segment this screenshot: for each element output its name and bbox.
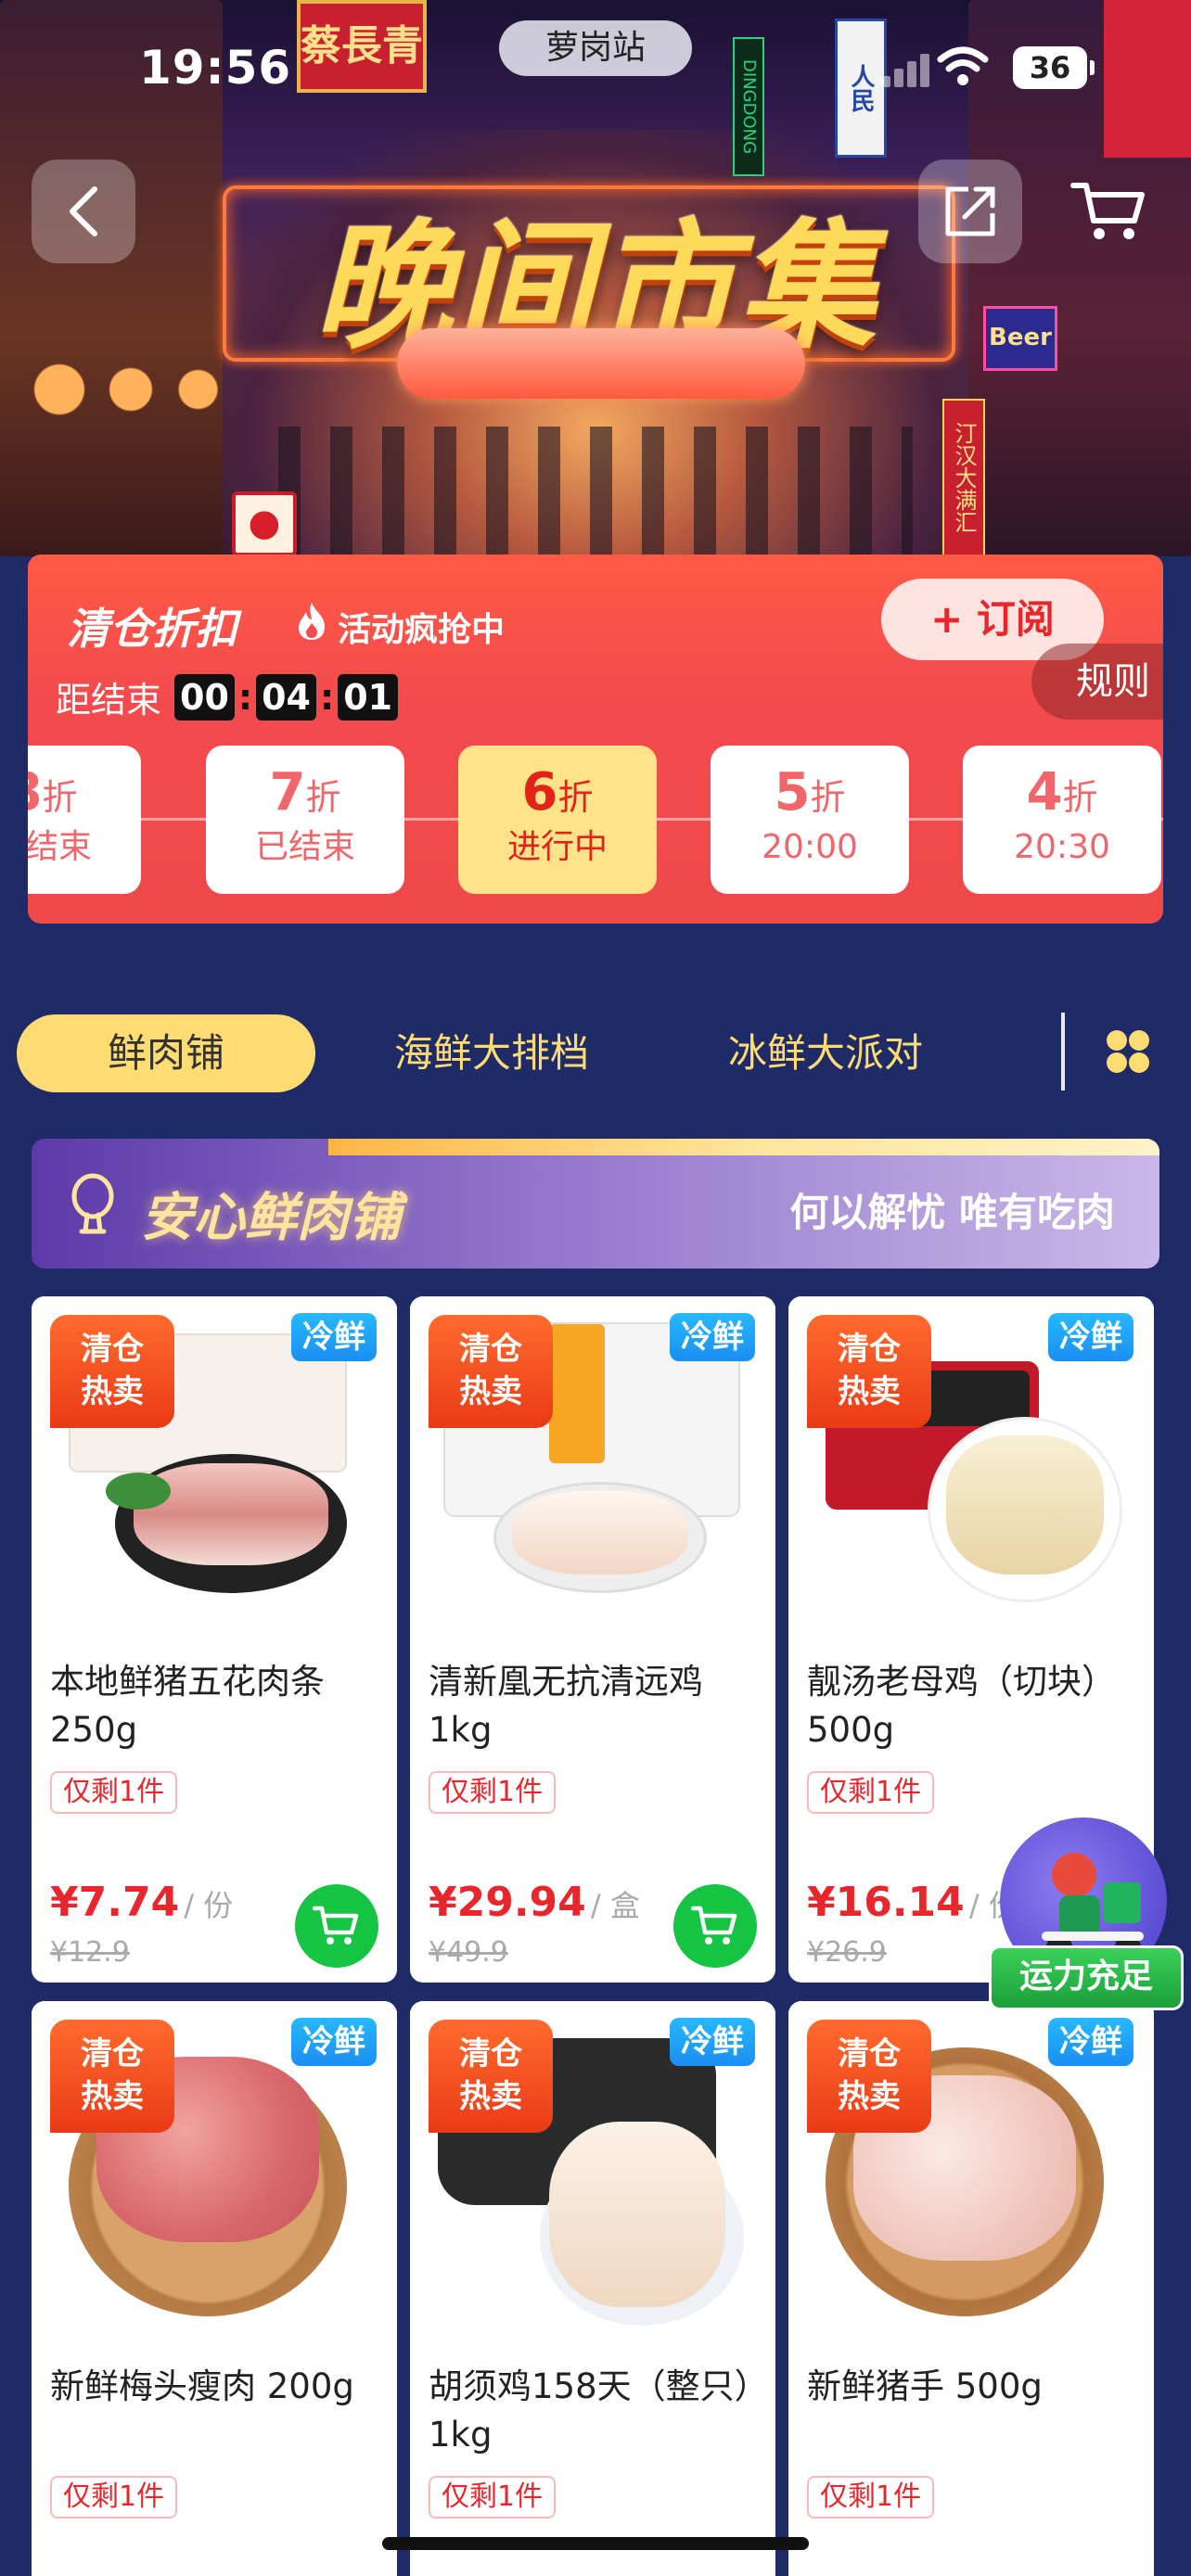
discount-slot-4[interactable]: 4折 20:30 [963, 746, 1161, 894]
tab-divider [1061, 1013, 1065, 1090]
drumstick-icon [71, 1173, 114, 1234]
status-time: 19:56 [139, 41, 292, 95]
flash-sale-status: 活动疯抢中 [338, 611, 506, 649]
countdown-seconds: 01 [338, 673, 399, 721]
share-icon [945, 186, 995, 236]
hero-banner: 蔡長青 DINGDONG 人民 Beer 汀汉大满汇 ● 晚间市集 19:56 … [0, 0, 1191, 556]
fire-icon [299, 603, 325, 640]
discount-slot-5[interactable]: 5折 20:00 [711, 746, 909, 894]
flash-sale-title: 清仓折扣 [67, 604, 237, 654]
price-row: ¥7.74 / 份 [50, 1879, 233, 1926]
apple-icon: ● [232, 491, 297, 556]
clearance-badge: 清仓 热卖 [50, 2020, 174, 2133]
product-name: 新鲜梅头瘦肉 200g [50, 2366, 354, 2406]
section-tagline: 何以解忧 唯有吃肉 [789, 1190, 1115, 1235]
product-name: 清新凰无抗清远鸡 1kg [429, 1662, 703, 1750]
tab-seafood[interactable]: 海鲜大排档 [362, 1014, 621, 1092]
section-title: 安心鲜肉铺 [141, 1188, 401, 1248]
countdown-label: 距结束 [56, 680, 162, 721]
title-subtitle-pill [397, 328, 805, 399]
original-price: ¥26.9 [807, 1936, 887, 1969]
wifi-icon [937, 46, 989, 85]
clearance-badge: 清仓 热卖 [807, 1315, 931, 1428]
chilled-badge: 冷鲜 [670, 2018, 755, 2066]
chilled-badge: 冷鲜 [291, 2018, 377, 2066]
signal-icon [881, 52, 937, 87]
cart-button[interactable] [1057, 159, 1161, 263]
red-sign [1104, 0, 1191, 158]
price: ¥7.74 [50, 1879, 180, 1926]
price: ¥29.94 [429, 1879, 586, 1926]
grid-icon[interactable] [1102, 1026, 1154, 1078]
stock-tag: 仅剩1件 [807, 1771, 935, 1814]
product-card[interactable]: 清仓 热卖 冷鲜 清新凰无抗清远鸡 1kg 仅剩1件 ¥29.94 / 盒 ¥49… [410, 1296, 775, 1983]
vertical-sign-right: 汀汉大满汇 [942, 399, 985, 556]
section-banner: 安心鲜肉铺 何以解忧 唯有吃肉 [32, 1139, 1159, 1269]
discount-slot-6[interactable]: 6折 进行中 [458, 746, 657, 894]
product-card[interactable]: 清仓 热卖 冷鲜 新鲜猪手 500g 仅剩1件 [788, 2001, 1154, 2576]
rules-button[interactable]: 规则 [1031, 644, 1163, 720]
original-price: ¥12.9 [50, 1936, 130, 1969]
discount-slot-7[interactable]: 7折 已结束 [206, 746, 404, 894]
discount-slot-8[interactable]: 8折 已结束 [28, 746, 141, 894]
dingdong-sign: DINGDONG [733, 37, 764, 176]
stock-tag: 仅剩1件 [50, 1771, 178, 1814]
tab-fresh-meat[interactable]: 鲜肉铺 [17, 1014, 315, 1092]
chilled-badge: 冷鲜 [1048, 1313, 1133, 1361]
cart-icon [1070, 183, 1145, 239]
clearance-badge: 清仓 热卖 [50, 1315, 174, 1428]
stock-tag: 仅剩1件 [429, 1771, 557, 1814]
chilled-badge: 冷鲜 [670, 1313, 755, 1361]
battery-indicator: 36 [1013, 46, 1095, 89]
product-name: 胡须鸡158天（整只）1kg [429, 2366, 752, 2455]
stock-tag: 仅剩1件 [807, 2476, 935, 2519]
clearance-badge: 清仓 热卖 [807, 2020, 931, 2133]
stock-tag: 仅剩1件 [50, 2476, 178, 2519]
chevron-left-icon [70, 186, 97, 236]
location-pill[interactable]: 萝岗站 [499, 20, 692, 76]
product-card[interactable]: 清仓 热卖 冷鲜 新鲜梅头瘦肉 200g 仅剩1件 [32, 2001, 397, 2576]
back-button[interactable] [32, 159, 135, 263]
share-button[interactable] [918, 159, 1022, 263]
rider-label: 运力充足 [989, 1945, 1184, 2010]
vertical-sign: 人民 [835, 19, 887, 158]
countdown-minutes: 04 [256, 673, 316, 721]
product-name: 本地鲜猪五花肉条 250g [50, 1662, 325, 1750]
price-row: ¥29.94 / 盒 [429, 1879, 640, 1926]
product-name: 新鲜猪手 500g [807, 2366, 1043, 2406]
flash-sale-card: 清仓折扣 活动疯抢中 + 订阅 规则 距结束 00 : 04 : 01 8折 已… [28, 555, 1163, 924]
product-card[interactable]: 清仓 热卖 冷鲜 胡须鸡158天（整只）1kg 仅剩1件 [410, 2001, 775, 2576]
countdown-timer: 距结束 00 : 04 : 01 [56, 671, 399, 722]
countdown-hours: 00 [174, 673, 235, 721]
price-unit: / 份 [184, 1888, 234, 1923]
shop-sign: 蔡長青 [297, 0, 427, 93]
price-unit: / 盒 [590, 1888, 640, 1923]
add-to-cart-button[interactable] [295, 1884, 378, 1968]
crowd-silhouettes [278, 427, 913, 556]
product-card[interactable]: 清仓 热卖 冷鲜 本地鲜猪五花肉条 250g 仅剩1件 ¥7.74 / 份 ¥12… [32, 1296, 397, 1983]
add-to-cart-button[interactable] [673, 1884, 757, 1968]
cart-icon [691, 1906, 737, 1945]
cart-icon [313, 1906, 359, 1945]
chilled-badge: 冷鲜 [291, 1313, 377, 1361]
product-name: 靓汤老母鸡（切块）500g [807, 1662, 1116, 1750]
original-price: ¥49.9 [429, 1936, 508, 1969]
tab-chilled[interactable]: 冰鲜大派对 [696, 1014, 955, 1092]
stock-tag: 仅剩1件 [429, 2476, 557, 2519]
price: ¥16.14 [807, 1879, 965, 1926]
home-indicator [382, 2537, 809, 2550]
chilled-badge: 冷鲜 [1048, 2018, 1133, 2066]
clearance-badge: 清仓 热卖 [429, 1315, 553, 1428]
delivery-capacity-widget[interactable]: 运力充足 [983, 1817, 1184, 2012]
clearance-badge: 清仓 热卖 [429, 2020, 553, 2133]
category-tabs: 鲜肉铺 海鲜大排档 冰鲜大派对 [0, 1007, 1191, 1100]
